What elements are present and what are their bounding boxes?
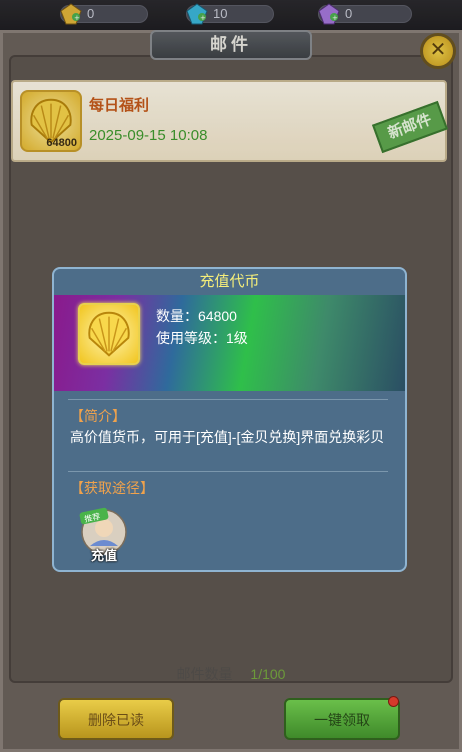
mail-count-value: 1/100 bbox=[250, 666, 286, 682]
source-label: 【获取途径】 bbox=[70, 480, 154, 496]
notification-dot bbox=[388, 696, 399, 707]
divider bbox=[68, 471, 388, 472]
shell-icon bbox=[88, 311, 130, 357]
item-quantity: 数量：64800 bbox=[156, 308, 237, 324]
divider bbox=[68, 399, 388, 400]
item-use-level: 使用等级：1级 bbox=[156, 330, 248, 346]
mail-count-label: 邮件数量 bbox=[176, 666, 233, 682]
intro-text: 高价值货币，可用于[充值]-[金贝兑换]界面兑换彩贝 bbox=[70, 429, 385, 445]
item-hero-panel: 数量：64800 使用等级：1级 bbox=[54, 295, 405, 391]
item-icon bbox=[78, 303, 140, 365]
popup-title: 充值代币 bbox=[199, 273, 260, 290]
source-recharge-label: 充值 bbox=[90, 548, 117, 563]
intro-label: 【简介】 bbox=[70, 408, 126, 424]
claim-all-button[interactable]: 一键领取 bbox=[284, 698, 400, 740]
mail-count: 邮件数量 1/100 bbox=[0, 664, 462, 684]
delete-read-button[interactable]: 删除已读 bbox=[58, 698, 174, 740]
item-detail-popup: 充值代币 数量：64800 使用等级：1级 【简介】 高价值货币，可用于[充值]… bbox=[52, 267, 407, 572]
